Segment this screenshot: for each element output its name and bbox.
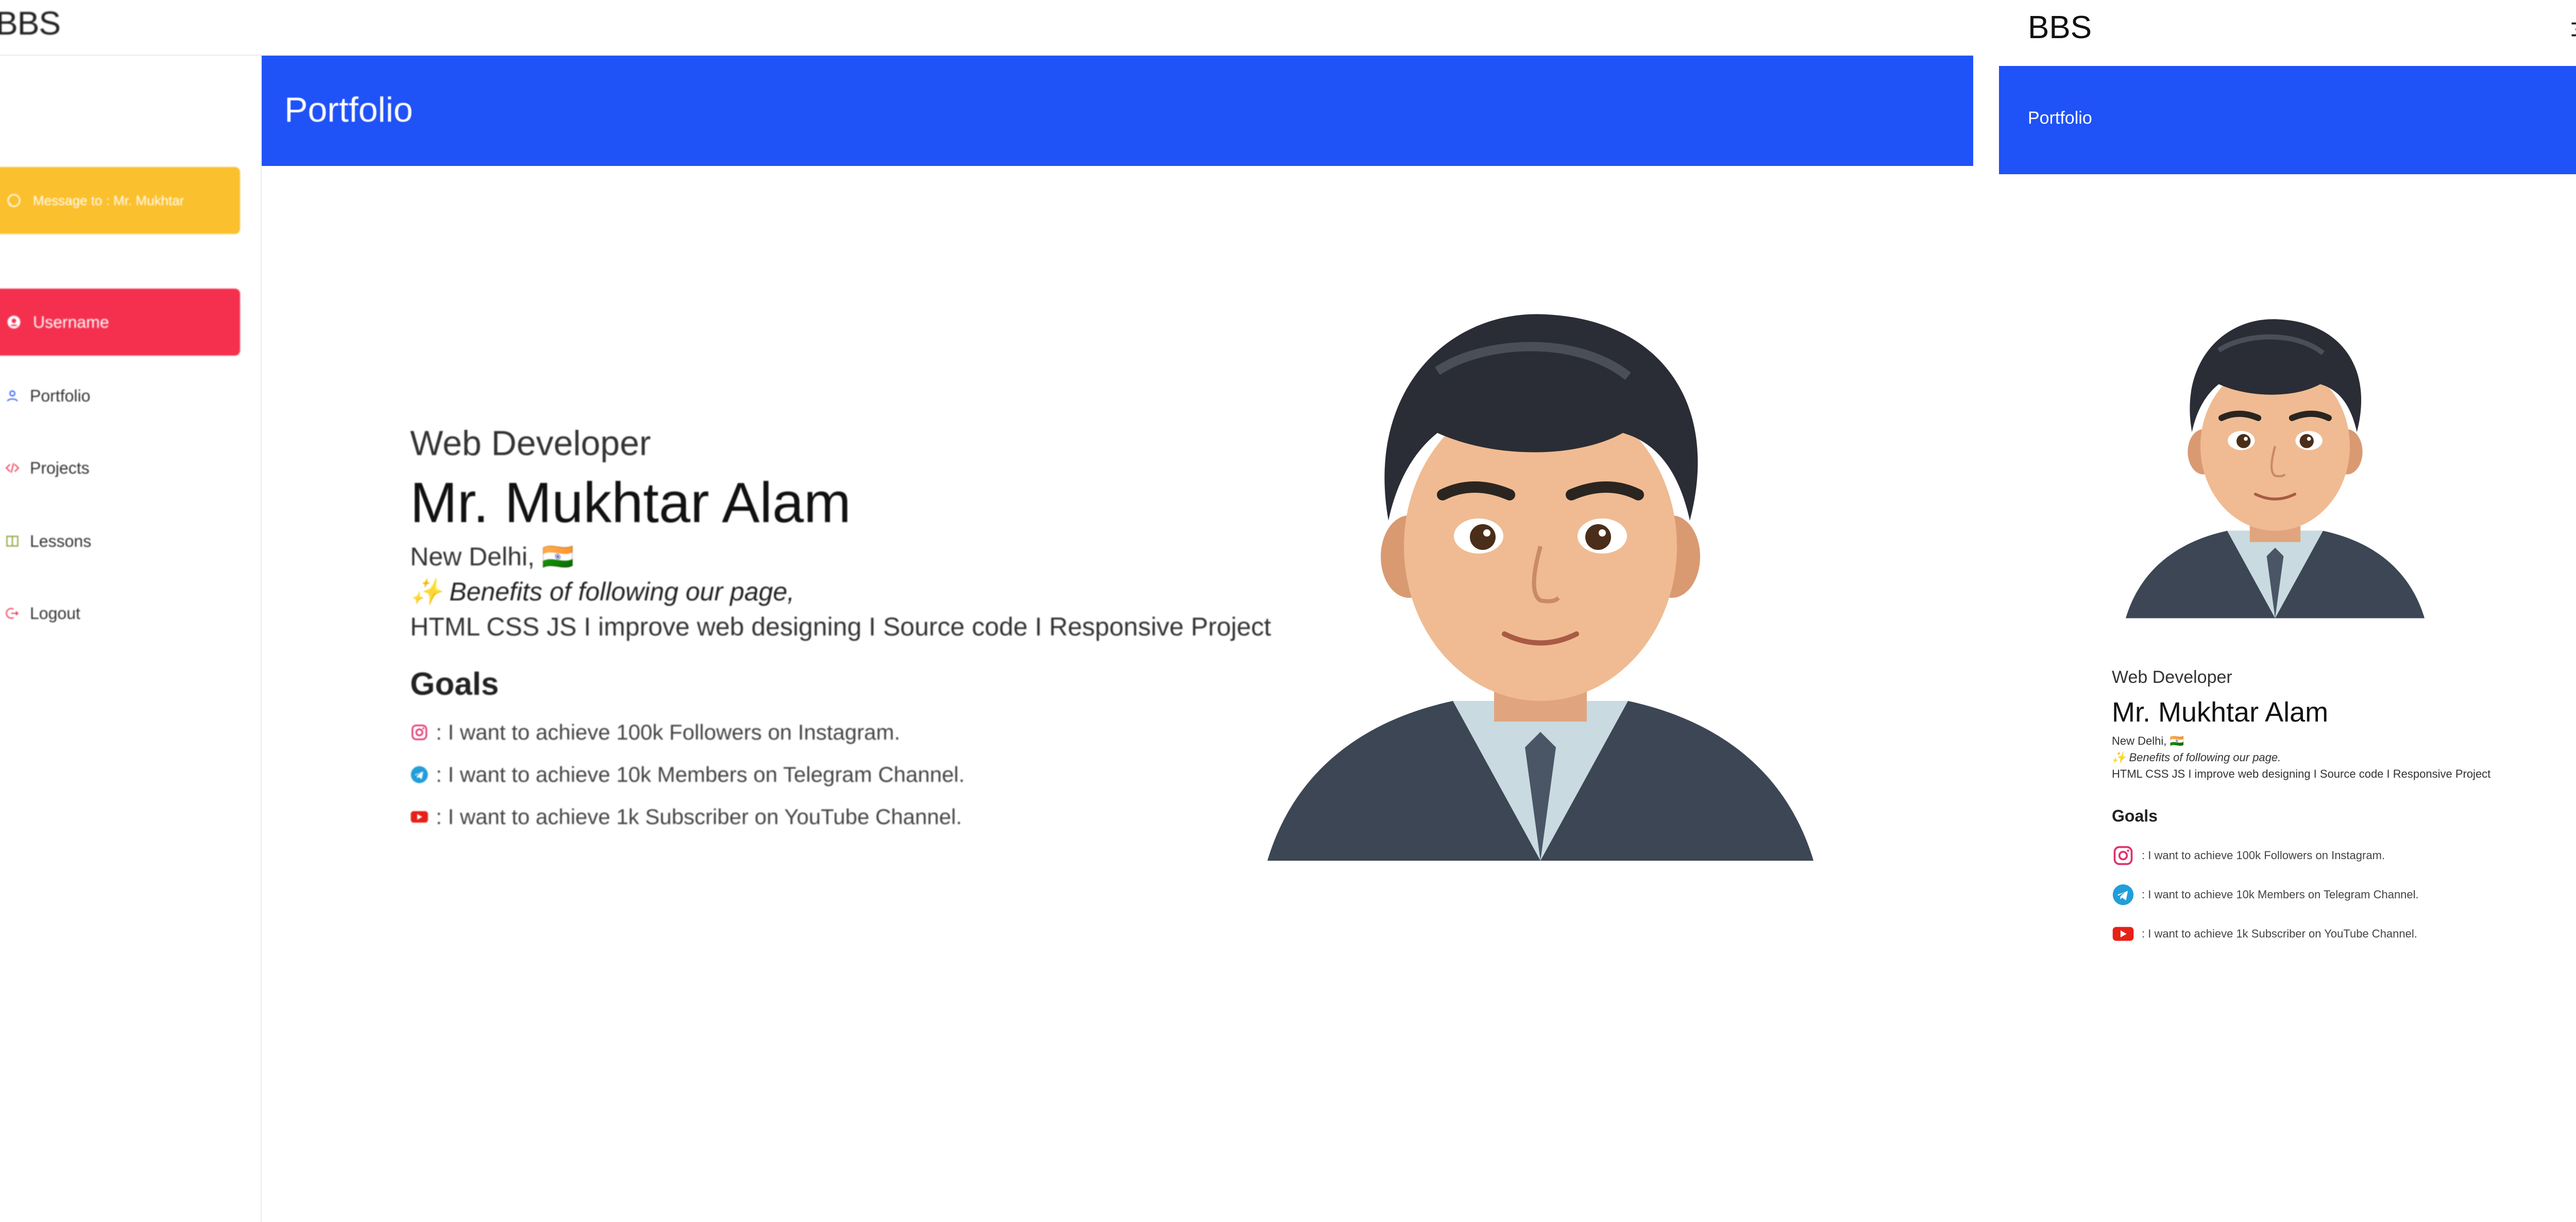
profile-skills: HTML CSS JS I improve web designing I So… — [2112, 767, 2491, 780]
goals-title: Goals — [2112, 807, 2158, 825]
top-navbar: BBS — [0, 0, 1973, 56]
goal-text: : I want to achieve 10k Members on Teleg… — [436, 762, 965, 786]
sidebar-item-label: Projects — [30, 458, 90, 477]
profile-benefits: ✨ Benefits of following our page, — [410, 577, 795, 606]
chat-bubble-icon — [5, 192, 23, 209]
goal-text: : I want to achieve 1k Subscriber on You… — [2142, 927, 2417, 940]
page-header: Portfolio — [262, 56, 1973, 166]
username-button-label: Username — [33, 312, 109, 331]
menu-icon[interactable] — [2566, 18, 2576, 41]
goal-text: : I want to achieve 100k Followers on In… — [436, 720, 901, 744]
logout-icon — [4, 605, 21, 622]
avatar-illustration — [1267, 314, 1814, 861]
goal-instagram: : I want to achieve 100k Followers on In… — [410, 717, 1337, 747]
instagram-icon[interactable] — [2112, 844, 2134, 867]
profile-benefits: ✨ Benefits of following our page. — [2112, 751, 2281, 764]
goal-youtube: : I want to achieve 1k Subscriber on You… — [2112, 923, 2576, 945]
goal-text: : I want to achieve 10k Members on Teleg… — [2142, 888, 2419, 901]
avatar-illustration — [2126, 319, 2425, 618]
sidebar-item-label: Logout — [30, 604, 80, 623]
book-icon — [4, 533, 21, 549]
goals-title: Goals — [410, 666, 499, 702]
profile-role: Web Developer — [2112, 667, 2232, 687]
instagram-icon[interactable] — [410, 723, 429, 742]
sidebar-item-label: Lessons — [30, 531, 92, 550]
brand-logo[interactable]: BBS — [0, 4, 61, 42]
profile-role: Web Developer — [410, 424, 651, 463]
goal-instagram: : I want to achieve 100k Followers on In… — [2112, 844, 2576, 867]
code-icon — [4, 460, 21, 476]
telegram-icon[interactable] — [410, 765, 429, 784]
desktop-view: BBS Message to : Mr. Mukhtar Username Po… — [0, 0, 1973, 1222]
profile-name: Mr. Mukhtar Alam — [410, 471, 851, 534]
sidebar-item-projects[interactable]: Projects — [4, 453, 90, 483]
telegram-icon[interactable] — [2112, 883, 2134, 906]
mobile-top-navbar: BBS — [1999, 0, 2576, 66]
brand-logo[interactable]: BBS — [2028, 9, 2092, 46]
youtube-icon[interactable] — [410, 808, 429, 826]
sidebar-item-portfolio[interactable]: Portfolio — [4, 380, 90, 411]
goal-telegram: : I want to achieve 10k Members on Teleg… — [410, 760, 1337, 790]
profile-location: New Delhi, 🇮🇳 — [410, 542, 574, 571]
sidebar-item-label: Portfolio — [30, 386, 91, 405]
message-button-label: Message to : Mr. Mukhtar — [33, 192, 184, 208]
page-header: Portfolio — [1999, 66, 2576, 174]
profile-name: Mr. Mukhtar Alam — [2112, 697, 2329, 728]
page-title: Portfolio — [2028, 108, 2092, 128]
page-title: Portfolio — [284, 90, 413, 129]
profile-section: Web Developer Mr. Mukhtar Alam New Delhi… — [2112, 665, 2576, 945]
profile-skills: HTML CSS JS I improve web designing I So… — [410, 612, 1272, 641]
sidebar-item-logout[interactable]: Logout — [4, 598, 80, 629]
message-button[interactable]: Message to : Mr. Mukhtar — [0, 167, 240, 234]
goal-telegram: : I want to achieve 10k Members on Teleg… — [2112, 883, 2576, 906]
goal-text: : I want to achieve 1k Subscriber on You… — [436, 805, 962, 829]
mobile-view: BBS Portfolio Web Developer Mr. Mukhtar … — [1999, 0, 2576, 1222]
goal-youtube: : I want to achieve 1k Subscriber on You… — [410, 802, 1337, 832]
user-icon — [4, 388, 21, 404]
youtube-icon[interactable] — [2112, 923, 2134, 945]
profile-section: Web Developer Mr. Mukhtar Alam New Delhi… — [410, 423, 1337, 832]
profile-location: New Delhi, 🇮🇳 — [2112, 734, 2184, 747]
user-circle-icon — [5, 313, 23, 331]
sidebar: Message to : Mr. Mukhtar Username Portfo… — [0, 56, 262, 1222]
goal-text: : I want to achieve 100k Followers on In… — [2142, 849, 2385, 862]
sidebar-item-lessons[interactable]: Lessons — [4, 526, 91, 557]
username-button[interactable]: Username — [0, 289, 240, 356]
